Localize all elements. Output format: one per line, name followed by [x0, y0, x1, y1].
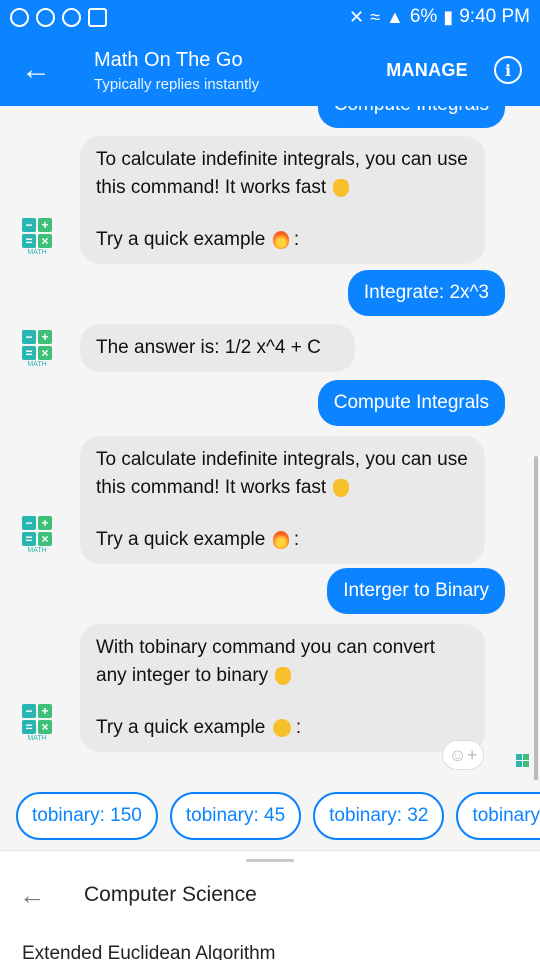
fire-emoji-icon	[272, 530, 289, 549]
bot-avatar[interactable]: − + = × MATH	[22, 218, 56, 264]
info-icon[interactable]: i	[494, 56, 522, 84]
ok-hand-emoji-icon	[333, 178, 350, 197]
quick-replies: tobinary: 150 tobinary: 45 tobinary: 32 …	[0, 780, 540, 850]
menu-title: Computer Science	[84, 883, 257, 906]
message-text: The answer is: 1/2 x^4 + C	[96, 337, 321, 358]
message-text: With tobinary command you can convert an…	[96, 637, 435, 686]
manage-button[interactable]: MANAGE	[386, 60, 468, 81]
avatar-label: MATH	[27, 361, 47, 368]
drag-handle[interactable]	[246, 859, 294, 862]
quick-reply-button[interactable]: tobinary: 150	[16, 792, 158, 840]
status-left-icons	[10, 7, 107, 27]
image-icon	[88, 7, 107, 27]
battery-percent: 6%	[409, 6, 438, 27]
status-right: ✕ ≈ ▲ 6% ▮ 9:40 PM	[349, 6, 530, 28]
clock: 9:40 PM	[459, 6, 530, 27]
math-logo-icon: − + = ×	[22, 330, 52, 360]
incoming-message: With tobinary command you can convert an…	[80, 624, 485, 752]
app-bar: ← Math On The Go Typically replies insta…	[0, 34, 540, 106]
quick-reply-button[interactable]: tobinary: 45	[169, 792, 302, 840]
message-text: Try a quick example	[96, 229, 266, 250]
incoming-message: To calculate indefinite integrals, you c…	[80, 136, 485, 264]
page-subtitle: Typically replies instantly	[94, 75, 260, 93]
menu-sheet: ← Computer Science Extended Euclidean Al…	[0, 850, 540, 960]
outgoing-message: Interger to Binary	[327, 568, 505, 614]
add-reaction-icon[interactable]: ☺+	[442, 740, 484, 770]
read-receipt-avatar-icon	[516, 754, 530, 767]
ok-hand-emoji-icon	[333, 478, 350, 497]
message-text: To calculate indefinite integrals, you c…	[96, 449, 468, 498]
outgoing-message: Integrate: 2x^3	[347, 270, 505, 316]
bot-avatar[interactable]: − + = × MATH	[22, 516, 56, 562]
fire-emoji-icon	[272, 230, 289, 249]
avatar-label: MATH	[27, 249, 47, 256]
minus-circle-icon	[62, 7, 81, 27]
menu-header: ← Computer Science	[0, 873, 540, 917]
math-logo-icon: − + = ×	[22, 516, 52, 546]
chat-thread[interactable]: Compute Integrals To calculate indefinit…	[0, 106, 540, 780]
message-text: Try a quick example	[96, 529, 266, 550]
battery-icon: ▮	[443, 6, 454, 27]
incoming-message: The answer is: 1/2 x^4 + C	[80, 324, 355, 372]
math-logo-icon: − + = ×	[22, 218, 52, 248]
ok-hand-emoji-icon	[275, 666, 292, 685]
whatsapp-icon	[10, 7, 29, 27]
page-title: Math On The Go	[94, 48, 243, 71]
message-text-suffix: :	[295, 717, 302, 738]
menu-back-arrow-icon[interactable]: ←	[0, 880, 64, 911]
incoming-message: To calculate indefinite integrals, you c…	[80, 436, 485, 564]
math-logo-icon: − + = ×	[22, 704, 52, 734]
outgoing-message-partial: Compute Integrals	[317, 106, 505, 128]
bot-avatar[interactable]: − + = × MATH	[22, 330, 56, 376]
back-arrow-icon[interactable]: ←	[0, 34, 72, 106]
phone-call-icon	[36, 7, 55, 27]
message-text: Try a quick example	[96, 717, 266, 738]
scrollbar[interactable]	[534, 456, 538, 780]
message-text: To calculate indefinite integrals, you c…	[96, 149, 468, 198]
status-bar: ✕ ≈ ▲ 6% ▮ 9:40 PM	[0, 0, 540, 34]
quick-reply-button[interactable]: tobinary: 32	[313, 792, 445, 840]
message-text-suffix: :	[293, 529, 300, 550]
signal-icon: ▲	[386, 6, 404, 27]
bot-avatar[interactable]: − + = × MATH	[22, 704, 56, 750]
message-text-suffix: :	[293, 229, 300, 250]
avatar-label: MATH	[27, 547, 47, 554]
mute-icon: ✕	[349, 6, 365, 27]
smile-emoji-icon	[272, 718, 291, 737]
wifi-icon: ≈	[370, 6, 381, 27]
avatar-label: MATH	[27, 735, 47, 742]
quick-reply-button[interactable]: tobinary: 1	[456, 792, 540, 840]
menu-item[interactable]: Extended Euclidean Algorithm	[22, 943, 276, 960]
conversation-header[interactable]: Math On The Go Typically replies instant…	[72, 48, 386, 93]
outgoing-message: Compute Integrals	[317, 380, 505, 426]
